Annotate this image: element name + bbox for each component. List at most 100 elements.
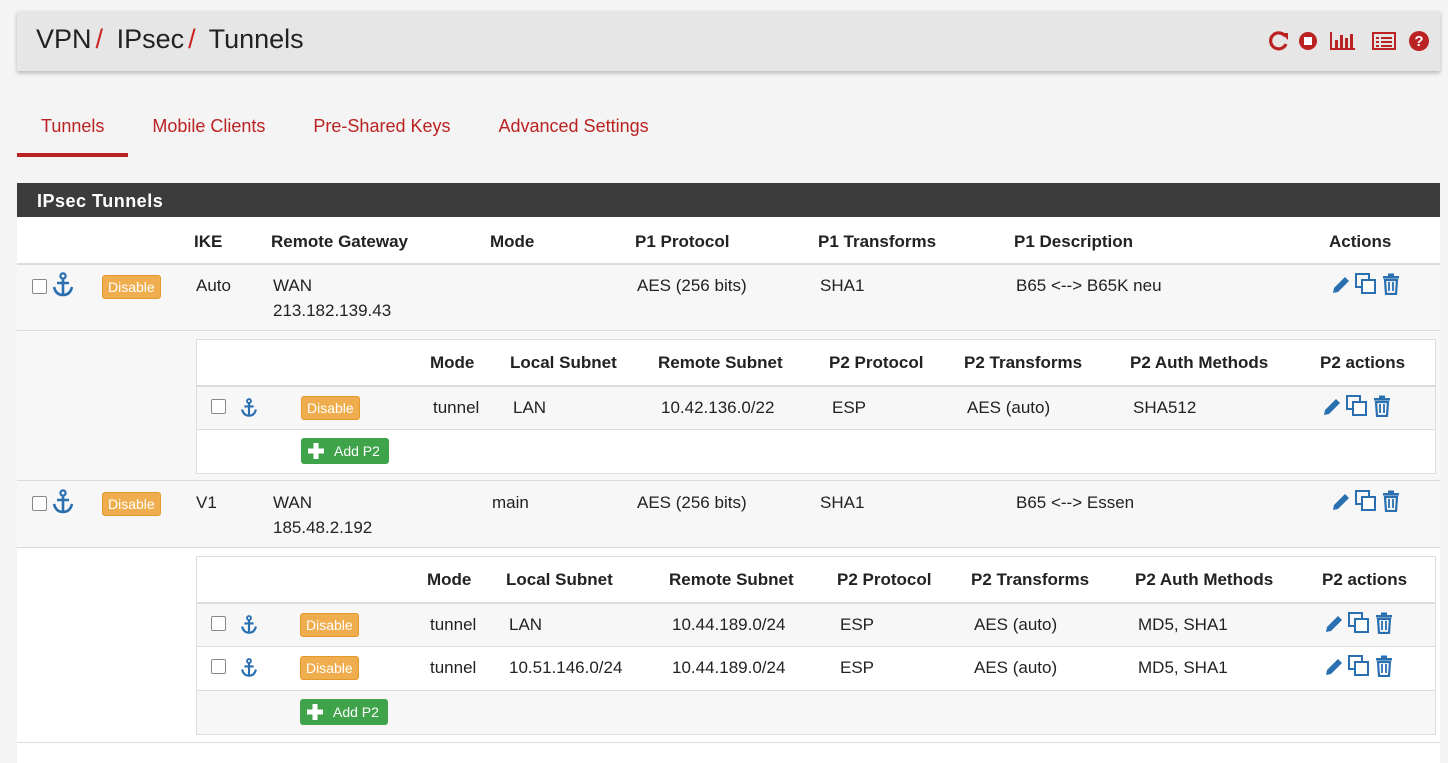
edit-pencil-icon[interactable] xyxy=(1321,396,1343,418)
add-p2-button[interactable]: Add P2 xyxy=(301,438,389,464)
delete-trash-icon[interactable] xyxy=(1374,655,1394,677)
p2-select-checkbox[interactable] xyxy=(211,659,226,674)
p2-row xyxy=(197,387,1435,429)
mode-value: main xyxy=(492,493,529,512)
plus-icon xyxy=(307,704,323,720)
log-list-icon[interactable] xyxy=(1372,31,1396,51)
p2-col-auth-methods: P2 Auth Methods xyxy=(1135,570,1274,589)
p2-col-remote-subnet: Remote Subnet xyxy=(669,570,794,589)
anchor-icon[interactable] xyxy=(239,615,259,635)
edit-pencil-icon[interactable] xyxy=(1330,274,1352,296)
p2-col-protocol: P2 Protocol xyxy=(829,353,924,372)
divider xyxy=(197,429,1435,430)
ipsec-tunnels-panel: IPsec Tunnels IKE Remote Gateway Mode P1… xyxy=(17,183,1440,763)
reload-icon[interactable] xyxy=(1268,30,1290,52)
add-p2-label: Add P2 xyxy=(333,704,379,720)
copy-icon[interactable] xyxy=(1347,654,1371,678)
stop-icon[interactable] xyxy=(1298,31,1318,51)
delete-trash-icon[interactable] xyxy=(1381,490,1401,512)
help-icon[interactable]: ? xyxy=(1408,30,1430,52)
delete-trash-icon[interactable] xyxy=(1381,273,1401,295)
divider xyxy=(17,547,1440,548)
p2-transforms-value: AES (auto) xyxy=(974,658,1058,677)
p1-transforms-value: SHA1 xyxy=(820,493,865,512)
p2-col-mode: Mode xyxy=(430,353,475,372)
col-actions: Actions xyxy=(1329,232,1392,251)
p2-col-actions: P2 actions xyxy=(1322,570,1408,589)
add-p2-button[interactable]: Add P2 xyxy=(300,699,388,725)
breadcrumb-ipsec[interactable]: IPsec xyxy=(117,24,185,54)
copy-icon[interactable] xyxy=(1345,394,1369,418)
p2-local-subnet-value: LAN xyxy=(509,615,543,634)
col-p1-transforms: P1 Transforms xyxy=(818,232,937,251)
breadcrumb-vpn[interactable]: VPN xyxy=(36,24,92,54)
breadcrumb-separator: / xyxy=(95,24,104,54)
gateway-interface: WAN xyxy=(273,276,313,295)
p2-col-local-subnet: Local Subnet xyxy=(510,353,617,372)
anchor-icon[interactable] xyxy=(239,658,259,678)
disable-button[interactable]: Disable xyxy=(102,275,161,299)
breadcrumb-tunnels: Tunnels xyxy=(208,24,304,54)
bar-chart-icon[interactable] xyxy=(1330,31,1356,51)
ike-value: Auto xyxy=(196,276,231,295)
tab-advanced-settings[interactable]: Advanced Settings xyxy=(475,104,673,157)
col-remote-gateway: Remote Gateway xyxy=(271,232,408,251)
p2-col-local-subnet: Local Subnet xyxy=(506,570,613,589)
page-header: VPN / IPsec / Tunnels ? xyxy=(17,11,1440,71)
p2-select-checkbox[interactable] xyxy=(211,399,226,414)
p2-disable-button[interactable]: Disable xyxy=(300,613,359,637)
copy-icon[interactable] xyxy=(1347,611,1371,635)
p2-table: Mode Local Subnet Remote Subnet P2 Proto… xyxy=(196,556,1436,735)
col-p1-protocol: P1 Protocol xyxy=(635,232,730,251)
edit-pencil-icon[interactable] xyxy=(1323,613,1345,635)
tab-tunnels[interactable]: Tunnels xyxy=(17,104,129,157)
p2-protocol-value: ESP xyxy=(832,398,867,417)
tunnel-select-checkbox[interactable] xyxy=(32,496,47,511)
p2-disable-button[interactable]: Disable xyxy=(300,656,359,680)
delete-trash-icon[interactable] xyxy=(1374,612,1394,634)
plus-icon xyxy=(308,443,324,459)
p2-auth-value: SHA512 xyxy=(1133,398,1197,417)
col-p1-description: P1 Description xyxy=(1014,232,1134,251)
tab-pre-shared-keys[interactable]: Pre-Shared Keys xyxy=(289,104,474,157)
breadcrumb: VPN / IPsec / Tunnels xyxy=(36,24,304,55)
copy-icon[interactable] xyxy=(1354,272,1378,296)
edit-pencil-icon[interactable] xyxy=(1330,491,1352,513)
tab-bar: Tunnels Mobile Clients Pre-Shared Keys A… xyxy=(17,104,673,157)
svg-text:?: ? xyxy=(1414,33,1423,50)
copy-icon[interactable] xyxy=(1354,489,1378,513)
p2-select-checkbox[interactable] xyxy=(211,616,226,631)
p2-col-transforms: P2 Transforms xyxy=(971,570,1090,589)
p2-auth-value: MD5, SHA1 xyxy=(1138,615,1228,634)
tab-mobile-clients[interactable]: Mobile Clients xyxy=(128,104,289,157)
add-p2-label: Add P2 xyxy=(334,443,380,459)
p2-col-transforms: P2 Transforms xyxy=(964,353,1083,372)
ike-value: V1 xyxy=(196,493,217,512)
breadcrumb-separator: / xyxy=(188,24,196,54)
p1-protocol-value: AES (256 bits) xyxy=(637,493,747,512)
p2-mode-value: tunnel xyxy=(430,615,477,634)
col-ike: IKE xyxy=(194,232,223,251)
p2-remote-subnet-value: 10.44.189.0/24 xyxy=(672,658,786,677)
p2-col-actions: P2 actions xyxy=(1320,353,1406,372)
p2-col-auth-methods: P2 Auth Methods xyxy=(1130,353,1269,372)
p2-remote-subnet-value: 10.42.136.0/22 xyxy=(661,398,775,417)
edit-pencil-icon[interactable] xyxy=(1323,656,1345,678)
gateway-ip: 213.182.139.43 xyxy=(273,301,392,320)
anchor-icon[interactable] xyxy=(239,398,259,418)
p2-mode-value: tunnel xyxy=(430,658,477,677)
p2-transforms-value: AES (auto) xyxy=(974,615,1058,634)
p2-protocol-value: ESP xyxy=(840,658,875,677)
p2-disable-button[interactable]: Disable xyxy=(301,396,360,420)
disable-button[interactable]: Disable xyxy=(102,492,161,516)
delete-trash-icon[interactable] xyxy=(1372,395,1392,417)
divider xyxy=(17,742,1440,743)
anchor-icon[interactable] xyxy=(50,272,76,298)
p2-row xyxy=(197,647,1435,690)
tunnel-select-checkbox[interactable] xyxy=(32,279,47,294)
anchor-icon[interactable] xyxy=(50,489,76,515)
p1-description-value: B65 <--> Essen xyxy=(1016,493,1135,512)
p2-transforms-value: AES (auto) xyxy=(967,398,1051,417)
p2-auth-value: MD5, SHA1 xyxy=(1138,658,1228,677)
p2-local-subnet-value: 10.51.146.0/24 xyxy=(509,658,623,677)
